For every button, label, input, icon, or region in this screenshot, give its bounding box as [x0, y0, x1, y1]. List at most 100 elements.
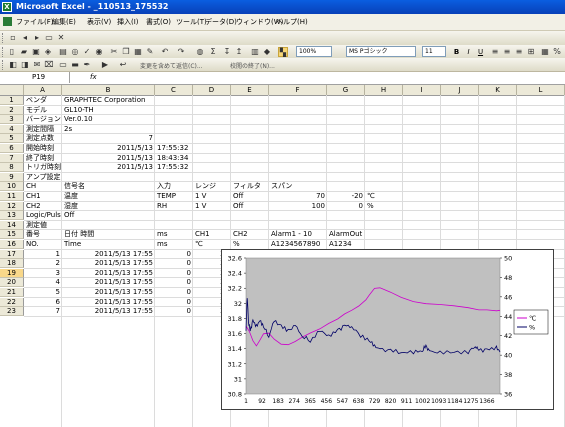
permission-icon[interactable]: ◈ [43, 47, 53, 57]
copy-icon[interactable]: ❐ [121, 47, 131, 57]
merge-center-icon[interactable]: ⊞ [526, 47, 536, 57]
cell-c19[interactable]: 0 [157, 269, 191, 278]
cell-g16[interactable]: A1234 [329, 240, 352, 249]
menu-view[interactable]: 表示(V) [87, 17, 111, 27]
cell-b16[interactable]: Time [64, 240, 81, 249]
cell-a20[interactable]: 4 [26, 278, 60, 287]
cell-c10[interactable]: 入力 [157, 182, 171, 191]
accept-icon[interactable]: ◧ [8, 60, 18, 70]
new-icon[interactable]: ▯ [7, 47, 17, 57]
row-header-4[interactable]: 4 [0, 124, 24, 134]
sort-ascending-icon[interactable]: ↧ [222, 47, 232, 57]
cell-a22[interactable]: 6 [26, 298, 60, 307]
cell-h12[interactable]: % [367, 202, 374, 211]
cell-b11[interactable]: 温度 [64, 192, 78, 201]
cell-a8[interactable]: トリガ時刻 [26, 163, 61, 172]
row-header-10[interactable]: 10 [0, 182, 24, 192]
cell-b3[interactable]: Ver.0.10 [64, 115, 93, 124]
cell-b23[interactable]: 2011/5/13 17:55 [64, 307, 153, 316]
toolbar-grip[interactable] [2, 60, 5, 70]
cell-d16[interactable]: ℃ [195, 240, 203, 249]
row-header-5[interactable]: 5 [0, 134, 24, 144]
cell-a11[interactable]: CH1 [26, 192, 41, 201]
cell-c18[interactable]: 0 [157, 259, 191, 268]
cell-b2[interactable]: GL10-TH [64, 106, 94, 115]
select-all-corner[interactable] [0, 85, 24, 95]
cell-a15[interactable]: 番号 [26, 230, 40, 239]
cell-e10[interactable]: フィルタ [233, 182, 261, 191]
row-header-18[interactable]: 18 [0, 259, 24, 269]
formula-input[interactable] [110, 72, 565, 83]
reject-icon[interactable]: ⌧ [44, 60, 54, 70]
cell-a19[interactable]: 3 [26, 269, 60, 278]
font-name-select[interactable]: MS Pゴシック [346, 46, 416, 57]
cell-c15[interactable]: ms [157, 230, 167, 239]
cell-f15[interactable]: Alarm1 - 10 [271, 230, 312, 239]
cell-c7[interactable]: 18:43:34 [157, 154, 188, 163]
cell-c21[interactable]: 0 [157, 288, 191, 297]
row-header-15[interactable]: 15 [0, 230, 24, 240]
cell-a14[interactable]: 測定値 [26, 221, 47, 230]
line-chart[interactable]: 32.6 32.4 32.2 32 31.8 31.6 31.4 31.2 31 30.8 50 48… [221, 249, 554, 410]
cell-c23[interactable]: 0 [157, 307, 191, 316]
cell-c20[interactable]: 0 [157, 278, 191, 287]
cell-a5[interactable]: 測定点数 [26, 134, 54, 143]
zoom-select[interactable]: 100% [296, 46, 332, 57]
format-painter-icon[interactable]: ✎ [145, 47, 155, 57]
toolbar-grip[interactable] [2, 33, 5, 43]
cell-f12[interactable]: 100 [271, 202, 325, 211]
save-icon[interactable]: ▣ [31, 47, 41, 57]
show-comment-icon[interactable]: ▭ [44, 33, 54, 43]
row-header-9[interactable]: 9 [0, 172, 24, 182]
row-header-3[interactable]: 3 [0, 115, 24, 125]
mail-icon[interactable]: ✉ [32, 60, 42, 70]
highlight-icon[interactable]: ▬ [70, 60, 80, 70]
undo-icon[interactable]: ↶ [160, 47, 170, 57]
spelling-icon[interactable]: ✓ [82, 47, 92, 57]
column-header-k[interactable]: K [479, 85, 517, 95]
cell-b15[interactable]: 日付 時間 [64, 230, 94, 239]
research-icon[interactable]: ◉ [94, 47, 104, 57]
end-review-button[interactable]: 校閲の終了(N)... [230, 61, 275, 70]
row-header-14[interactable]: 14 [0, 220, 24, 230]
cell-a12[interactable]: CH2 [26, 202, 41, 211]
cell-b22[interactable]: 2011/5/13 17:55 [64, 298, 153, 307]
cell-d10[interactable]: レンジ [195, 182, 216, 191]
row-header-20[interactable]: 20 [0, 278, 24, 288]
row-header-13[interactable]: 13 [0, 211, 24, 221]
cell-c11[interactable]: TEMP [157, 192, 176, 201]
cell-a6[interactable]: 開始時刻 [26, 144, 54, 153]
cell-b1[interactable]: GRAPHTEC Corporation [64, 96, 145, 105]
cell-a21[interactable]: 5 [26, 288, 60, 297]
column-header-i[interactable]: I [403, 85, 441, 95]
cell-b20[interactable]: 2011/5/13 17:55 [64, 278, 153, 287]
track-icon[interactable]: ◨ [20, 60, 30, 70]
toolbar-grip[interactable] [2, 47, 5, 57]
reply-icon[interactable]: ↩ [118, 60, 128, 70]
cell-a9[interactable]: アンプ設定 [26, 173, 61, 182]
font-size-select[interactable]: 11 [422, 46, 446, 57]
ink-icon[interactable]: ✒ [82, 60, 92, 70]
cell-e12[interactable]: Off [233, 202, 243, 211]
column-header-h[interactable]: H [365, 85, 403, 95]
column-header-l[interactable]: L [517, 85, 565, 95]
cell-c12[interactable]: RH [157, 202, 167, 211]
cell-a7[interactable]: 終了時刻 [26, 154, 54, 163]
menu-insert[interactable]: 挿入(I) [117, 17, 139, 27]
menu-file[interactable]: ファイル(F) [16, 17, 54, 27]
align-right-icon[interactable]: ≡ [514, 47, 524, 57]
cell-b12[interactable]: 湿度 [64, 202, 78, 211]
cell-a1[interactable]: ベンダ [26, 96, 47, 105]
cell-g12[interactable]: 0 [329, 202, 363, 211]
column-header-d[interactable]: D [193, 85, 231, 95]
percent-icon[interactable]: % [552, 47, 562, 57]
menu-data[interactable]: データ(D) [205, 17, 237, 27]
cell-f11[interactable]: 70 [271, 192, 325, 201]
cell-b17[interactable]: 2011/5/13 17:55 [64, 250, 153, 259]
column-header-g[interactable]: G [327, 85, 365, 95]
row-header-6[interactable]: 6 [0, 144, 24, 153]
chart-wizard-icon[interactable]: ▥ [250, 47, 260, 57]
cell-b5[interactable]: 7 [64, 134, 153, 143]
menu-edit[interactable]: 編集(E) [52, 17, 76, 27]
new-comment-icon[interactable]: ▫ [8, 33, 18, 43]
